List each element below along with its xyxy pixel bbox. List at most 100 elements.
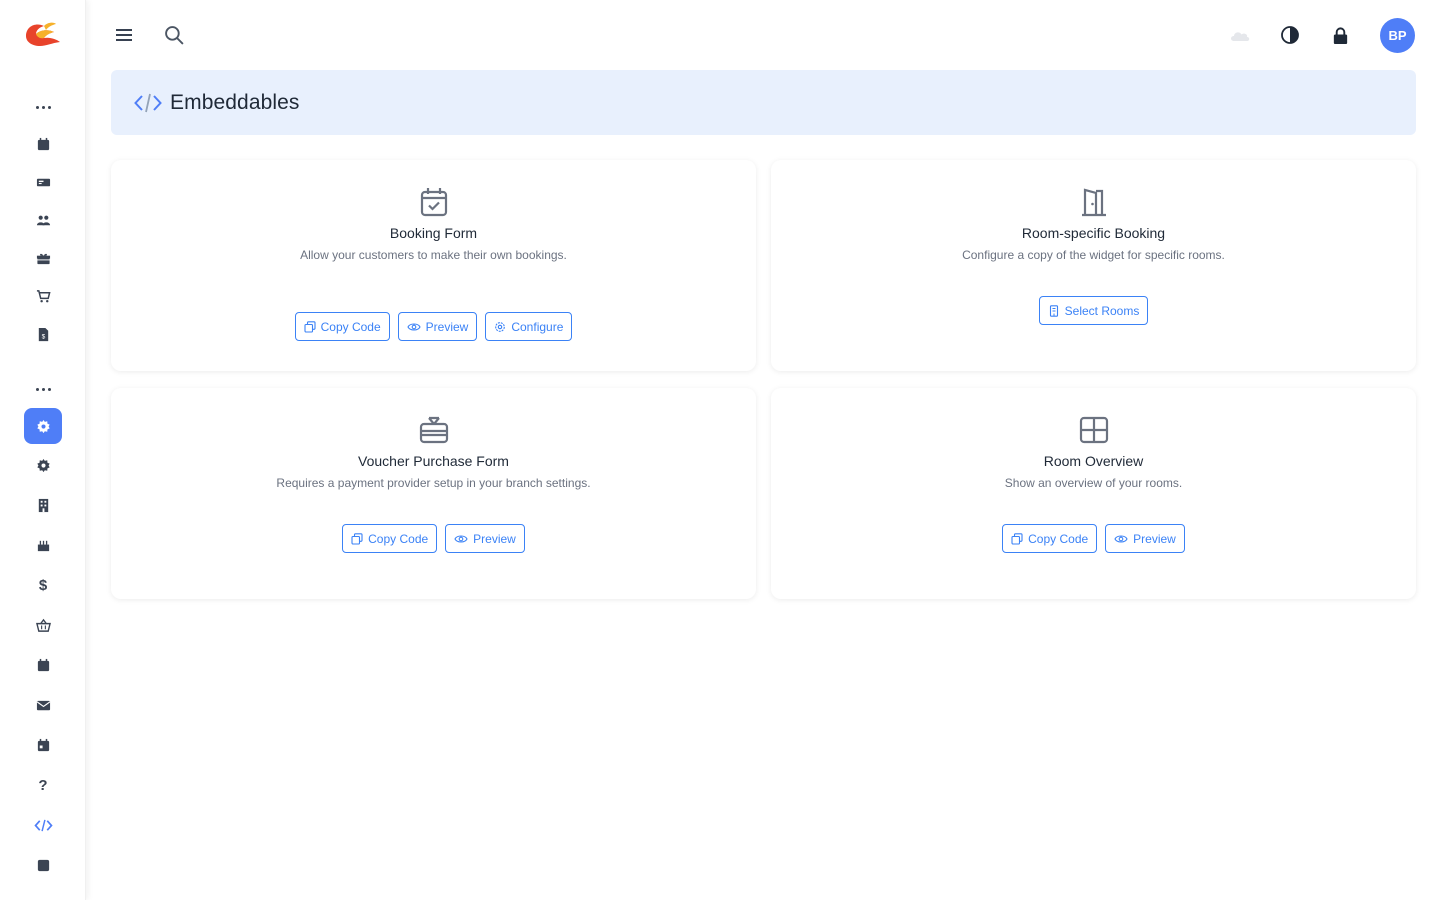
theme-toggle-button[interactable] (1277, 22, 1303, 48)
sidebar-item-calendar[interactable] (24, 126, 62, 162)
basket-icon (35, 618, 51, 632)
eye-icon (407, 322, 421, 331)
sidebar-item-customers[interactable] (24, 202, 62, 238)
calendar-icon (37, 137, 49, 150)
calendar-icon (37, 658, 49, 671)
card-title: Room-specific Booking (1021, 225, 1166, 241)
card-description: Requires a payment provider setup in you… (276, 476, 591, 490)
preview-button[interactable]: Preview (1105, 524, 1185, 553)
page-title: Embeddables (170, 90, 300, 114)
calendar-check-icon (420, 188, 447, 217)
sidebar: $ $ ? (0, 0, 86, 900)
code-icon (33, 819, 53, 831)
menu-toggle-button[interactable] (111, 22, 137, 48)
building-icon (1049, 304, 1058, 317)
sidebar-item-display[interactable] (24, 847, 62, 883)
card-description: Allow your customers to make their own b… (300, 248, 567, 262)
booking-form-card: Booking Form Allow your customers to mak… (111, 160, 756, 371)
sidebar-item-events[interactable] (24, 527, 62, 563)
copy-icon (304, 320, 316, 333)
gear-icon (495, 321, 506, 332)
search-button[interactable] (161, 22, 187, 48)
sidebar-item-schedule[interactable] (24, 647, 62, 683)
button-label: Preview (425, 319, 469, 334)
copy-icon (351, 532, 363, 545)
cloud-icon (1231, 32, 1250, 41)
gear-icon (36, 458, 50, 472)
id-card-icon (36, 178, 50, 186)
card-description: Show an overview of your rooms. (1004, 476, 1183, 490)
gear-icon (36, 419, 50, 433)
lock-icon (1333, 26, 1347, 44)
page-header: Embeddables (111, 70, 1416, 135)
sidebar-item-bookings[interactable] (24, 164, 62, 200)
tablet-icon (37, 859, 49, 871)
select-rooms-button[interactable]: Select Rooms (1038, 296, 1149, 325)
sidebar-item-emails[interactable] (24, 687, 62, 723)
copy-code-button[interactable]: Copy Code (294, 312, 390, 341)
hamburger-icon (116, 29, 132, 41)
eye-icon (454, 534, 468, 543)
lock-button[interactable] (1327, 22, 1353, 48)
grid-icon (1079, 416, 1108, 444)
sidebar-item-settings-active[interactable] (24, 408, 62, 444)
dollar-icon: $ (38, 576, 48, 594)
card-title: Room Overview (1043, 453, 1144, 469)
card-actions: Select Rooms (771, 296, 1416, 325)
sync-status-button[interactable] (1227, 22, 1253, 48)
cart-icon (36, 289, 51, 302)
sidebar-item-rooms[interactable] (24, 487, 62, 523)
user-avatar[interactable]: BP (1380, 18, 1415, 53)
code-icon (134, 93, 162, 112)
button-label: Preview (1133, 531, 1176, 546)
copy-code-button[interactable]: Copy Code (342, 524, 438, 553)
sidebar-item-opening-hours[interactable] (24, 727, 62, 763)
button-label: Copy Code (368, 531, 429, 546)
top-bar: BP (86, 0, 1440, 70)
eye-icon (1114, 534, 1128, 543)
sidebar-item-invoices[interactable]: $ (24, 316, 62, 352)
sidebar-item-help[interactable]: ? (24, 767, 62, 803)
building-icon (38, 498, 48, 512)
button-label: Select Rooms (1064, 303, 1140, 318)
voucher-purchase-form-card: Voucher Purchase Form Requires a payment… (111, 388, 756, 599)
button-label: Configure (511, 319, 564, 334)
question-icon: ? (38, 776, 48, 794)
gift-icon (419, 416, 448, 444)
configure-button[interactable]: Configure (485, 312, 573, 341)
button-label: Preview (473, 531, 516, 546)
button-label: Copy Code (1028, 531, 1089, 546)
preview-button[interactable]: Preview (445, 524, 525, 553)
card-actions: Copy Code Preview (771, 524, 1416, 553)
sidebar-item-pricing[interactable]: $ (24, 567, 62, 603)
section-divider-dots (24, 382, 62, 396)
card-actions: Copy Code Preview (111, 524, 756, 553)
search-icon (164, 25, 184, 45)
copy-code-button[interactable]: Copy Code (1002, 524, 1098, 553)
card-description: Configure a copy of the widget for speci… (962, 248, 1225, 262)
door-icon (1081, 188, 1106, 217)
sidebar-item-branch-settings[interactable] (24, 447, 62, 483)
users-icon (36, 215, 50, 225)
card-title: Booking Form (389, 225, 478, 241)
gift-icon (36, 253, 50, 264)
card-title: Voucher Purchase Form (358, 453, 509, 469)
sidebar-item-embeddables[interactable] (24, 807, 62, 843)
sidebar-item-products[interactable] (24, 607, 62, 643)
card-actions: Copy Code Preview Configure (111, 312, 756, 341)
contrast-icon (1281, 26, 1299, 44)
invoice-icon: $ (38, 327, 48, 341)
button-label: Copy Code (320, 319, 381, 334)
sidebar-item-shop[interactable] (24, 278, 62, 314)
svg-text:$: $ (41, 333, 45, 340)
app-logo[interactable] (22, 18, 62, 52)
calendar-day-icon (37, 738, 49, 751)
room-specific-booking-card: Room-specific Booking Configure a copy o… (771, 160, 1416, 371)
room-overview-card: Room Overview Show an overview of your r… (771, 388, 1416, 599)
section-divider-dots (24, 100, 62, 114)
copy-icon (1011, 532, 1023, 545)
preview-button[interactable]: Preview (397, 312, 478, 341)
cake-icon (37, 540, 49, 551)
sidebar-item-vouchers[interactable] (24, 240, 62, 276)
envelope-icon (36, 700, 50, 710)
